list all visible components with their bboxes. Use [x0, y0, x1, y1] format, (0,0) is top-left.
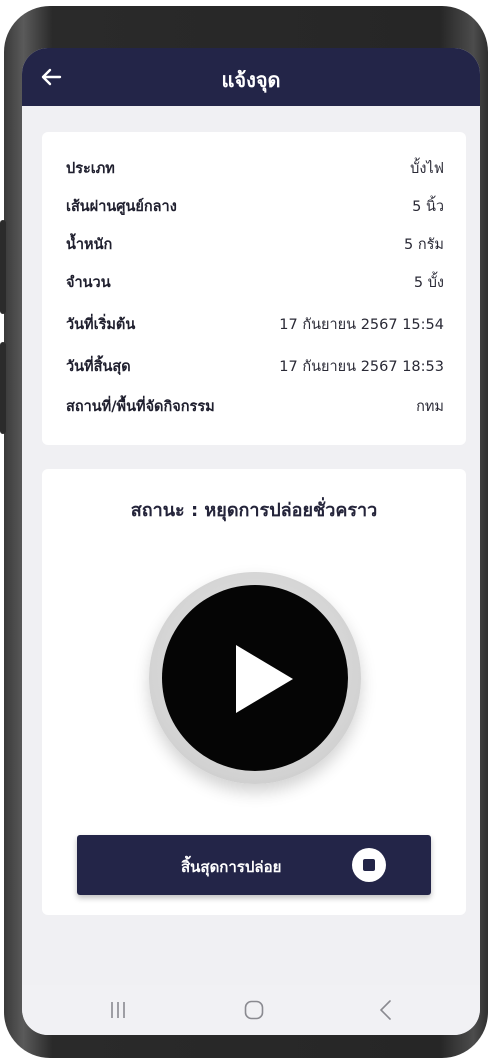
info-row-end-date: วันที่สิ้นสุด 17 กันยายน 2567 18:53: [66, 354, 444, 378]
play-button[interactable]: [162, 585, 348, 771]
end-release-label: สิ้นสุดการปล่อย: [181, 858, 282, 876]
play-button-ring: [149, 572, 361, 784]
info-label: สถานที่/พื้นที่จัดกิจกรรม: [66, 398, 215, 415]
info-row-type: ประเภท บั้งไฟ: [66, 156, 444, 180]
status-card: สถานะ : หยุดการปล่อยชั่วคราว สิ้นสุดการป…: [42, 469, 466, 915]
info-label: ประเภท: [66, 160, 115, 177]
phone-frame: แจ้งจุด ประเภท บั้งไฟ เส้นผ่านศูนย์กลาง …: [0, 6, 488, 1058]
phone-volume-button: [0, 220, 6, 314]
status-text: สถานะ : หยุดการปล่อยชั่วคราว: [130, 500, 378, 521]
recent-apps-icon[interactable]: [106, 998, 130, 1022]
info-value: 5 กรัม: [404, 236, 444, 253]
info-row-diameter: เส้นผ่านศูนย์กลาง 5 นิ้ว: [66, 194, 444, 218]
info-value: 5 นิ้ว: [412, 198, 444, 215]
app-screen: แจ้งจุด ประเภท บั้งไฟ เส้นผ่านศูนย์กลาง …: [22, 48, 480, 1035]
info-value: 5 บั้ง: [413, 274, 444, 291]
info-row-quantity: จำนวน 5 บั้ง: [66, 270, 444, 294]
end-release-button[interactable]: สิ้นสุดการปล่อย: [77, 835, 431, 895]
info-value: บั้งไฟ: [410, 160, 444, 177]
play-icon: [236, 645, 293, 713]
info-row-weight: น้ำหนัก 5 กรัม: [66, 232, 444, 256]
info-value: 17 กันยายน 2567 18:53: [279, 358, 444, 375]
info-label: น้ำหนัก: [66, 236, 113, 253]
page-title: แจ้งจุด: [221, 68, 281, 92]
info-label: วันที่เริ่มต้น: [66, 316, 136, 333]
info-label: เส้นผ่านศูนย์กลาง: [66, 198, 177, 215]
home-icon[interactable]: [243, 999, 265, 1021]
stop-icon: [352, 848, 386, 882]
system-navbar: [22, 985, 480, 1035]
info-label: วันที่สิ้นสุด: [66, 358, 131, 375]
app-bar: แจ้งจุด: [22, 48, 480, 106]
back-icon[interactable]: [374, 997, 398, 1023]
phone-power-button: [0, 342, 6, 434]
info-label: จำนวน: [66, 274, 111, 291]
info-card: ประเภท บั้งไฟ เส้นผ่านศูนย์กลาง 5 นิ้ว น…: [42, 132, 466, 445]
info-row-start-date: วันที่เริ่มต้น 17 กันยายน 2567 15:54: [66, 312, 444, 336]
info-value: 17 กันยายน 2567 15:54: [279, 316, 444, 333]
info-value: กทม: [416, 398, 444, 415]
info-row-location: สถานที่/พื้นที่จัดกิจกรรม กทม: [66, 394, 444, 418]
